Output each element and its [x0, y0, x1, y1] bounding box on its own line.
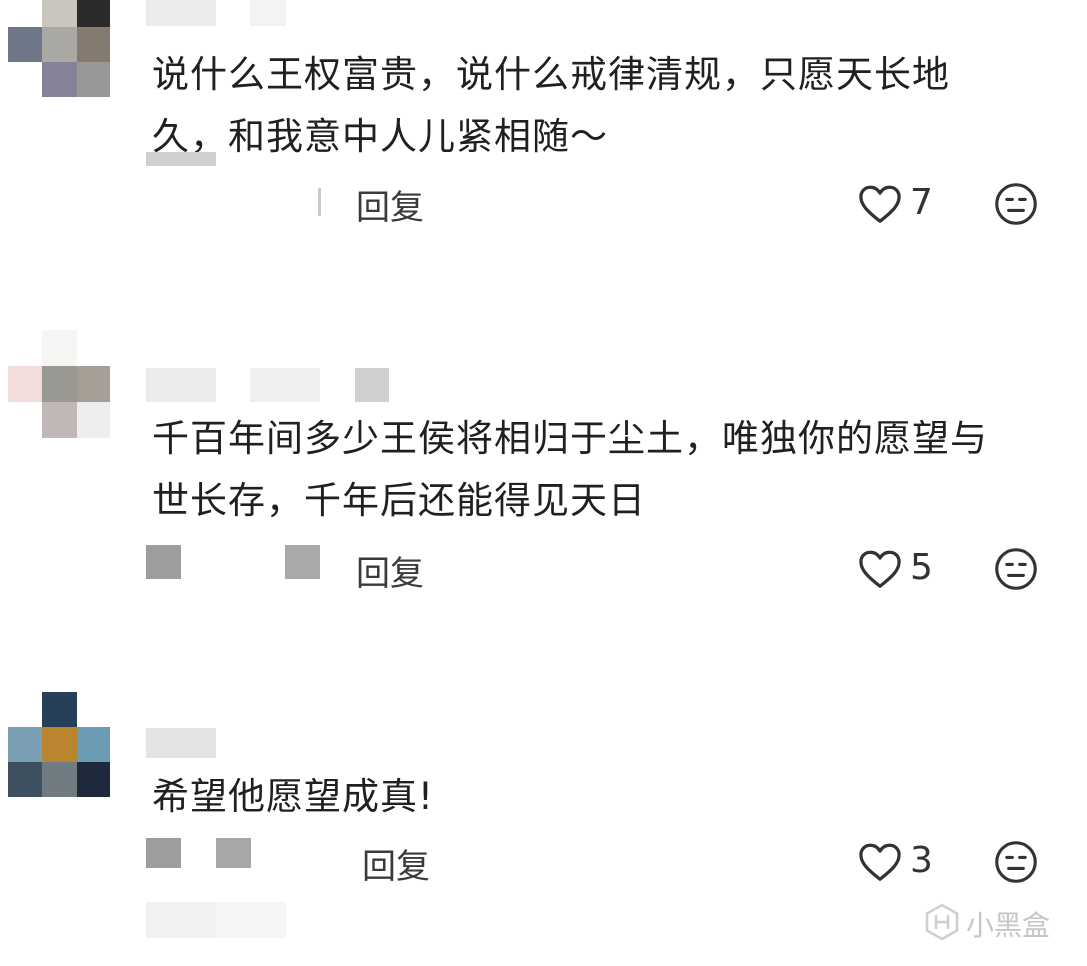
username-redacted[interactable] — [146, 368, 216, 402]
heart-outline-icon[interactable] — [858, 842, 902, 882]
comment-text: 久，和我意中人儿紧相随～ — [152, 115, 608, 158]
meta-redacted — [146, 152, 216, 166]
username-redacted[interactable] — [146, 0, 216, 26]
comment-text: 希望他愿望成真! — [152, 775, 434, 818]
reply-button[interactable]: 回复 — [362, 839, 430, 888]
watermark-text: 小黑盒 — [966, 909, 1051, 942]
neutral-face-icon[interactable] — [994, 182, 1038, 226]
heybox-logo-icon — [925, 903, 959, 941]
meta-divider — [318, 188, 321, 216]
meta-redacted — [146, 545, 181, 579]
neutral-face-icon[interactable] — [994, 840, 1038, 884]
next-comment-redacted — [216, 902, 286, 938]
username-redacted — [250, 368, 320, 402]
heart-outline-icon[interactable] — [858, 549, 902, 589]
meta-redacted — [146, 838, 181, 868]
avatar[interactable] — [0, 0, 110, 100]
username-redacted[interactable] — [146, 728, 216, 758]
avatar[interactable] — [0, 330, 110, 438]
username-redacted — [355, 368, 389, 402]
username-redacted — [250, 0, 286, 26]
meta-redacted — [216, 838, 251, 868]
like-count: 7 — [910, 182, 933, 223]
next-comment-redacted — [146, 902, 216, 938]
reply-button[interactable]: 回复 — [356, 546, 424, 595]
reply-button[interactable]: 回复 — [356, 180, 424, 229]
comment-text: 世长存，千年后还能得见天日 — [152, 479, 646, 522]
neutral-face-icon[interactable] — [994, 547, 1038, 591]
avatar[interactable] — [0, 692, 110, 797]
like-count: 5 — [910, 547, 933, 588]
comment-text: 说什么王权富贵，说什么戒律清规，只愿天长地 — [152, 53, 950, 96]
heart-outline-icon[interactable] — [858, 184, 902, 224]
meta-redacted — [285, 545, 320, 579]
like-count: 3 — [910, 840, 933, 881]
comment-text: 千百年间多少王侯将相归于尘土，唯独你的愿望与 — [152, 417, 988, 460]
